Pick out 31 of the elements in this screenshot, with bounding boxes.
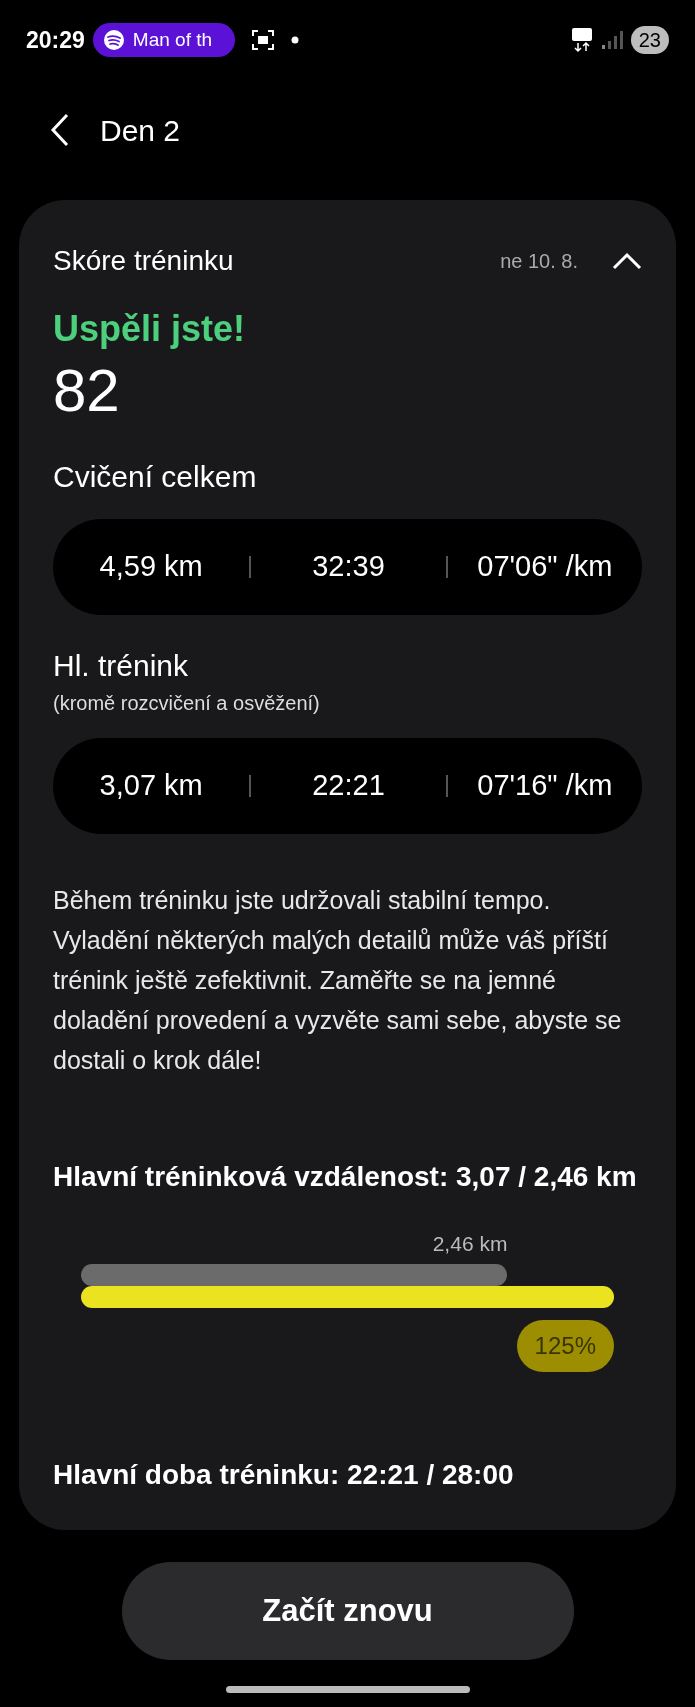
status-time: 20:29 <box>26 25 85 55</box>
network-5g-icon <box>570 27 593 53</box>
stat-value: 3,07 km <box>98 768 204 804</box>
stat-value: 32:39 <box>311 549 386 585</box>
stat-value: 4,59 km <box>98 549 204 585</box>
result-text: Uspěli jste! <box>53 307 247 351</box>
dot-icon <box>290 36 299 44</box>
battery-indicator: 23 <box>630 26 669 54</box>
stat-value: 07'06" /km <box>476 549 614 585</box>
summary-text: Během tréninku jste udržovali stabilní tempo. Vyladění některých malých detailů může váš příští trénink ještě zefektivnit. Zaměřte se na jemné doladění provedení a vyzvěte sami sebe, abyste se dostali o krok dále! <box>53 885 623 1076</box>
section-title: Cvičení celkem <box>53 459 258 495</box>
music-logo-icon <box>102 29 125 51</box>
date-label: ne 10. 8. <box>500 249 578 274</box>
media-chip[interactable]: Man of th <box>92 23 235 57</box>
section-title: Hl. trénink <box>53 648 190 684</box>
page-title: Den 2 <box>100 112 181 149</box>
target-label: 2,46 km <box>432 1231 508 1257</box>
score-value: 82 <box>53 356 121 426</box>
signal-icon <box>600 30 623 50</box>
media-title: Man of th <box>132 27 213 52</box>
screenshot-icon <box>250 29 275 51</box>
duration-title: Hlavní doba tréninku: 22:21 / 28:00 <box>53 1458 515 1492</box>
distance-title: Hlavní tréninková vzdálenost: 3,07 / 2,46 km <box>53 1160 638 1194</box>
stat-value: 22:21 <box>311 768 386 804</box>
percent-badge: 125% <box>516 1320 614 1372</box>
stat-value: 07'16" /km <box>476 768 614 804</box>
collapse-icon[interactable] <box>612 252 642 270</box>
restart-button[interactable]: Začít znovu <box>121 1562 574 1660</box>
card-title: Skóre tréninku <box>53 244 235 278</box>
back-icon[interactable] <box>50 113 70 147</box>
section-subtitle: (kromě rozcvičení a osvěžení) <box>53 691 321 716</box>
